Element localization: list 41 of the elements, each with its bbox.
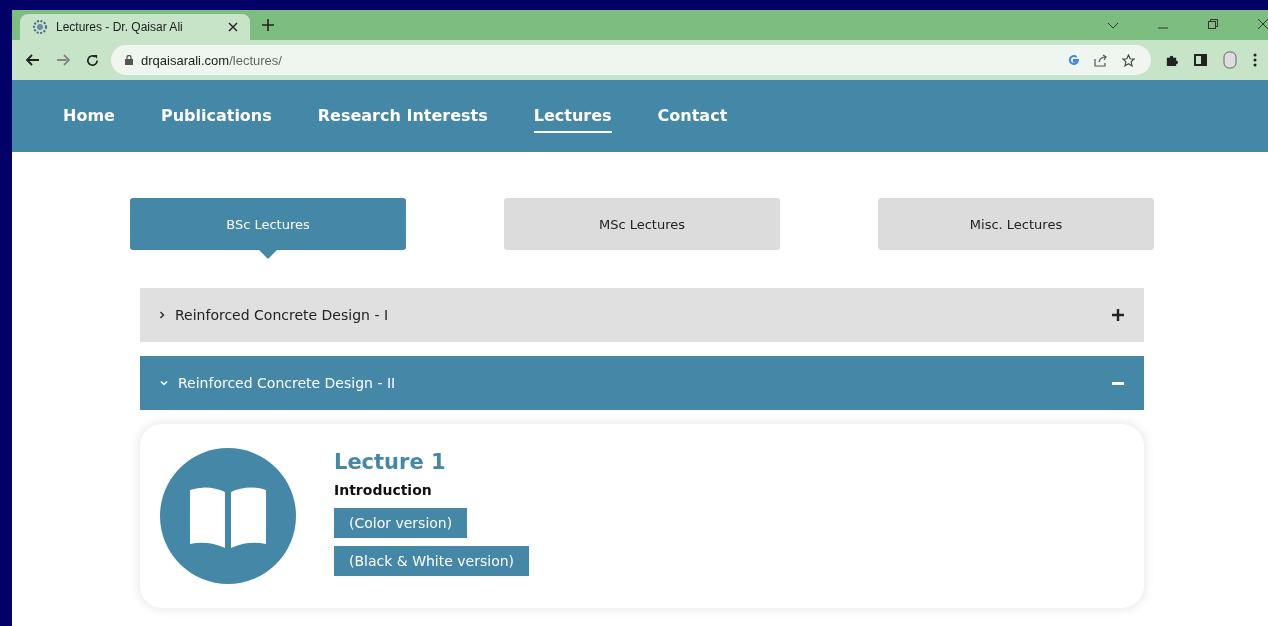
reload-icon[interactable] (86, 53, 99, 67)
close-icon[interactable] (228, 22, 238, 32)
course-title: Reinforced Concrete Design - II (178, 375, 396, 391)
book-icon (160, 448, 296, 584)
lecture-tab[interactable]: MSc Lectures (504, 198, 780, 250)
nav-link[interactable]: Contact (657, 99, 728, 133)
back-icon[interactable] (26, 54, 40, 66)
address-bar[interactable]: drqaisarali.com/lectures/ (111, 45, 1151, 75)
lock-icon (125, 55, 133, 65)
accordion-header[interactable]: Reinforced Concrete Design - II (140, 356, 1144, 410)
course-title: Reinforced Concrete Design - I (175, 307, 388, 323)
lecture-subtitle: Introduction (334, 482, 432, 498)
restore-icon[interactable] (1208, 19, 1218, 29)
nav-link[interactable]: Home (63, 99, 115, 133)
new-tab-icon[interactable] (262, 19, 274, 31)
lecture-title: Lecture 1 (334, 450, 446, 474)
tab-pointer (259, 250, 277, 259)
google-icon[interactable] (1068, 54, 1080, 66)
share-icon[interactable] (1094, 53, 1108, 67)
minus-icon (1112, 381, 1124, 385)
chevron-down-icon[interactable] (1108, 23, 1118, 29)
star-icon[interactable] (1122, 53, 1135, 67)
tab-title: Lectures - Dr. Qaisar Ali (56, 20, 184, 34)
side-panel-icon[interactable] (1194, 54, 1207, 66)
lecture-tab[interactable]: BSc Lectures (130, 198, 406, 250)
url-text: drqaisarali.com/lectures/ (141, 52, 282, 68)
accordion-header[interactable]: Reinforced Concrete Design - I (140, 288, 1144, 342)
puzzle-icon[interactable] (1165, 53, 1178, 67)
download-link[interactable]: (Color version) (334, 508, 468, 538)
forward-icon[interactable] (56, 54, 70, 66)
plus-icon (1112, 309, 1124, 321)
lecture-tab[interactable]: Misc. Lectures (878, 198, 1154, 250)
menu-icon[interactable] (1253, 53, 1257, 67)
browser-tab[interactable]: Lectures - Dr. Qaisar Ali (20, 14, 250, 40)
download-link[interactable]: (Black & White version) (334, 546, 530, 576)
nav-link[interactable]: Lectures (533, 99, 612, 133)
nav-link[interactable]: Research Interests (317, 99, 488, 133)
chevron-down-icon (160, 380, 168, 386)
close-icon[interactable] (1258, 19, 1268, 29)
chevron-right-icon (160, 311, 165, 319)
nav-link[interactable]: Publications (160, 99, 272, 133)
